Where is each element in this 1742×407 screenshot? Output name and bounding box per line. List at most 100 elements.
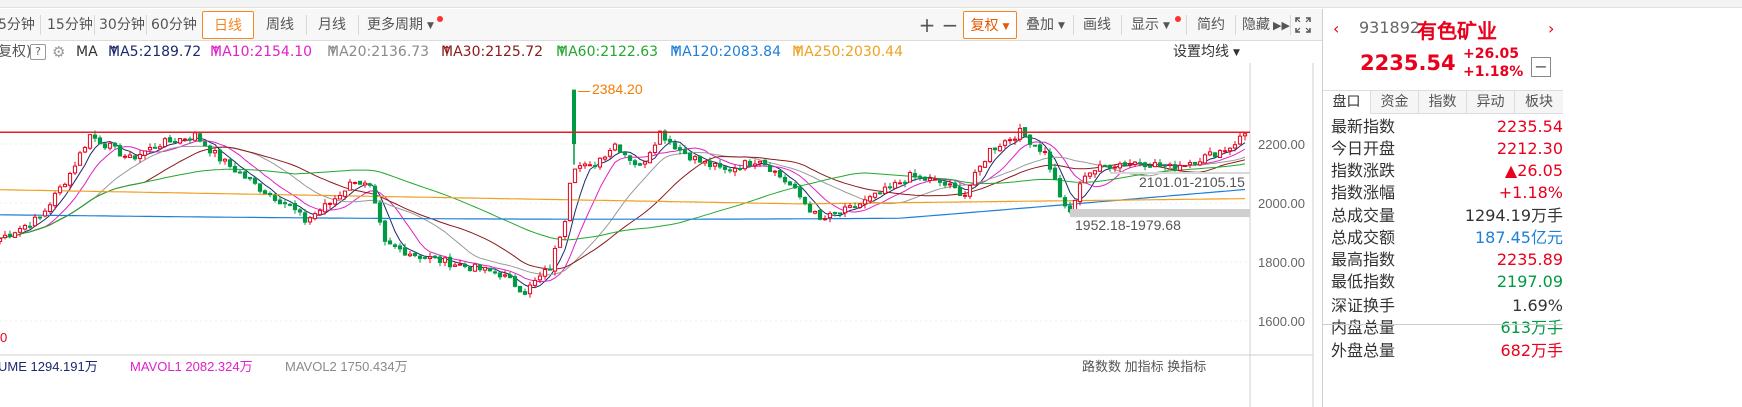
toolbar-divider bbox=[1121, 15, 1122, 35]
candle-body bbox=[997, 145, 1003, 152]
ma20-value: MA20:2136.73 ↑ bbox=[327, 44, 430, 60]
candle-body bbox=[592, 165, 598, 168]
indicator-tools[interactable]: 路数数 加指标 换指标 bbox=[1082, 359, 1206, 374]
candle-body bbox=[972, 171, 978, 186]
period-30min[interactable]: 30分钟 bbox=[99, 11, 145, 39]
candle-body bbox=[217, 149, 223, 162]
candle-body bbox=[487, 267, 493, 272]
candle-body bbox=[1007, 139, 1013, 142]
candle-body bbox=[792, 183, 798, 189]
quote-row: 外盘总量 682万手 bbox=[1323, 340, 1563, 362]
period-5min[interactable]: 5分钟 bbox=[0, 11, 35, 39]
candle-body bbox=[202, 141, 208, 147]
section-divider bbox=[1323, 324, 1563, 325]
collapse-button[interactable]: − bbox=[1531, 57, 1551, 77]
candle-body bbox=[82, 147, 88, 153]
kline-chart[interactable]: 2200.00 2000.00 1800.00 1600.00 2384.20 0 2… bbox=[0, 63, 1322, 407]
tab-zijin[interactable]: 资金 bbox=[1371, 91, 1419, 114]
candle-body bbox=[772, 170, 778, 173]
period-15min[interactable]: 15分钟 bbox=[47, 11, 93, 39]
candle-body bbox=[1122, 162, 1128, 166]
tab-yidong[interactable]: 异动 bbox=[1467, 91, 1515, 114]
candle-body bbox=[2, 234, 8, 239]
candle-body bbox=[312, 213, 318, 220]
candle-body bbox=[1147, 165, 1153, 168]
high-price-label: 2384.20 bbox=[592, 81, 643, 97]
simple-mode-button[interactable]: 简约 bbox=[1197, 11, 1225, 39]
candle-body bbox=[1222, 150, 1228, 153]
candle-body bbox=[617, 144, 623, 153]
period-daily[interactable]: 日线 bbox=[202, 11, 254, 39]
candle-body bbox=[427, 256, 433, 260]
candle-body bbox=[157, 146, 163, 150]
candle-body bbox=[232, 165, 238, 173]
candle-body bbox=[7, 233, 13, 237]
fullscreen-button[interactable] bbox=[1295, 11, 1313, 39]
candle-body bbox=[17, 228, 23, 233]
gear-icon[interactable]: ⚙ bbox=[52, 41, 65, 63]
candle-body bbox=[977, 165, 983, 172]
help-icon[interactable]: ? bbox=[30, 44, 46, 60]
candle-body bbox=[1062, 197, 1068, 207]
candle-body bbox=[677, 147, 683, 151]
hide-button[interactable]: 隐藏 ▶▶ bbox=[1242, 11, 1290, 39]
zoom-in-button[interactable]: + bbox=[918, 11, 936, 39]
ma60-value: MA60:2122.63 ↑ bbox=[556, 44, 659, 60]
candle-body bbox=[727, 169, 733, 172]
display-dropdown[interactable]: 显示 ▼ bbox=[1131, 11, 1170, 39]
fuquan-label: 复权) bbox=[0, 44, 32, 60]
candle-body bbox=[1057, 178, 1063, 198]
candle-body bbox=[932, 178, 938, 181]
candle-body bbox=[572, 168, 578, 184]
candle-body bbox=[987, 147, 993, 163]
candle-body bbox=[867, 196, 873, 202]
period-60min[interactable]: 60分钟 bbox=[151, 11, 197, 39]
candle-body bbox=[852, 206, 858, 209]
set-ma-dropdown[interactable]: 设置均线 ▼ bbox=[1173, 41, 1240, 64]
candle-body bbox=[827, 212, 833, 219]
candle-body bbox=[257, 183, 263, 192]
candle-body bbox=[117, 145, 123, 157]
tab-pankou[interactable]: 盘口 bbox=[1323, 91, 1371, 114]
candle-body bbox=[347, 181, 353, 191]
candle-body bbox=[1232, 144, 1238, 149]
chevron-right-icon[interactable]: › bbox=[1548, 19, 1554, 38]
gap-band bbox=[1070, 208, 1250, 218]
candle-body bbox=[512, 276, 518, 287]
candle-body bbox=[562, 221, 568, 238]
candle-body bbox=[387, 240, 393, 245]
zoom-out-button[interactable]: − bbox=[941, 11, 959, 39]
candle-body bbox=[507, 274, 513, 279]
candle-body bbox=[362, 182, 368, 186]
candle-body bbox=[927, 177, 933, 181]
candle-body bbox=[492, 271, 498, 274]
fuquan-dropdown[interactable]: 复权 ▼ bbox=[963, 11, 1017, 39]
draw-line-button[interactable]: 画线 bbox=[1083, 11, 1111, 39]
toolbar-divider bbox=[1186, 15, 1187, 35]
candle-body bbox=[27, 225, 33, 228]
candle-body bbox=[877, 192, 883, 195]
candle-body bbox=[1097, 164, 1103, 172]
candle-body bbox=[902, 181, 908, 184]
tab-bankuai[interactable]: 板块 bbox=[1515, 91, 1563, 114]
chevron-left-icon[interactable]: ‹ bbox=[1333, 19, 1339, 38]
plot-background bbox=[0, 63, 1250, 353]
candle-body bbox=[1162, 164, 1168, 167]
tab-zhishu[interactable]: 指数 bbox=[1419, 91, 1467, 114]
candle-body bbox=[1187, 162, 1193, 166]
candle-body bbox=[42, 210, 48, 217]
candle-body bbox=[177, 138, 183, 144]
candle-body bbox=[222, 158, 228, 162]
candle-body bbox=[87, 134, 93, 149]
period-weekly[interactable]: 周线 bbox=[266, 11, 294, 39]
candle-body bbox=[212, 150, 218, 154]
period-monthly[interactable]: 月线 bbox=[318, 11, 346, 39]
candle-body bbox=[277, 199, 283, 205]
caret-down-icon: ▼ bbox=[1058, 21, 1065, 31]
quote-row-value: ▲26.05 bbox=[1504, 161, 1563, 180]
candle-body bbox=[97, 137, 103, 145]
more-periods-button[interactable]: 更多周期 ▼ bbox=[367, 11, 434, 39]
overlay-dropdown[interactable]: 叠加 ▼ bbox=[1026, 11, 1065, 39]
caret-down-icon: ▼ bbox=[427, 21, 434, 31]
candle-body bbox=[342, 190, 348, 197]
